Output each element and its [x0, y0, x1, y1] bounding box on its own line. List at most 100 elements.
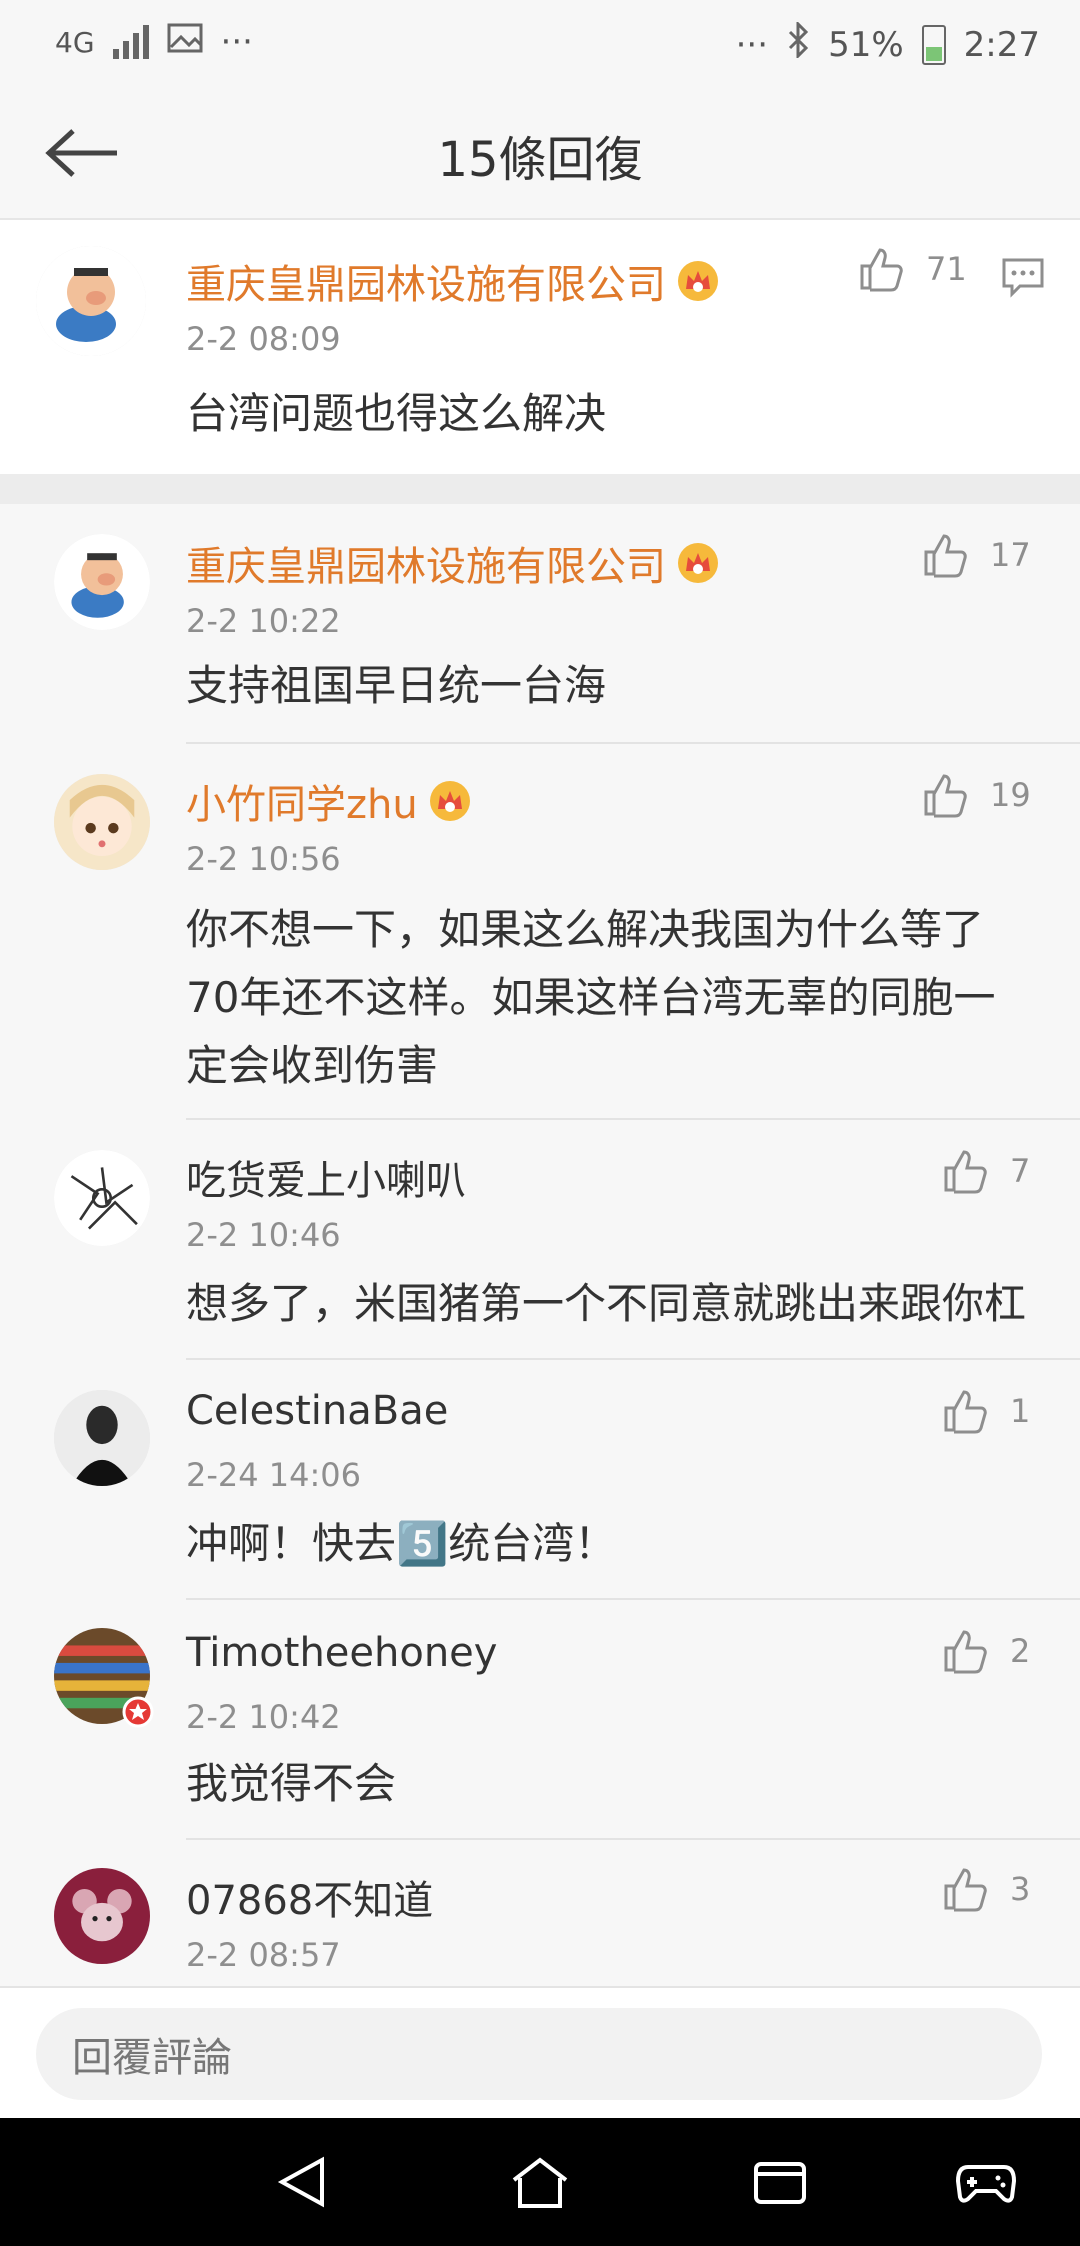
- nav-back-button[interactable]: [266, 2146, 338, 2218]
- like-button[interactable]: 3: [942, 1866, 1030, 1912]
- like-count: 7: [1010, 1152, 1031, 1190]
- reply-time: 2-2 08:57: [186, 1936, 341, 1974]
- reply-author[interactable]: Timotheehoney: [186, 1630, 497, 1676]
- pig-avatar-icon: [54, 534, 150, 630]
- nav-game-button[interactable]: [950, 2146, 1022, 2218]
- reply-item: Timotheehoney 2-2 10:42 我觉得不会 2: [0, 1600, 1080, 1840]
- reply-author[interactable]: 小竹同学zhu: [186, 772, 472, 830]
- network-label: 4G: [55, 25, 95, 59]
- reply-placeholder: 回覆評論: [72, 2035, 232, 2081]
- author-name: 吃货爱上小喇叭: [186, 1158, 466, 1204]
- thumbs-up-icon: [944, 1630, 987, 1674]
- author-name: 小竹同学zhu: [186, 782, 418, 828]
- bluetooth-icon: [786, 20, 810, 67]
- status-time: 2:27: [963, 24, 1040, 65]
- reply-time: 2-2 10:42: [186, 1698, 341, 1736]
- like-button[interactable]: 71: [858, 246, 967, 292]
- thumbs-up-icon: [944, 1390, 987, 1434]
- reply-text: 想多了，米国猪第一个不同意就跳出来跟你杠: [186, 1279, 1027, 1328]
- like-button[interactable]: 17: [922, 532, 1031, 578]
- like-button[interactable]: 19: [922, 772, 1031, 818]
- vip-crown-icon: [428, 779, 472, 823]
- main-comment-author[interactable]: 重庆皇鼎园林设施有限公司: [186, 252, 720, 310]
- avatar[interactable]: [54, 1390, 150, 1486]
- author-name: 重庆皇鼎园林设施有限公司: [186, 544, 666, 590]
- comment-bubble-icon[interactable]: [1000, 254, 1046, 300]
- anime-girl-avatar-icon: [54, 774, 150, 870]
- battery-icon: [921, 24, 946, 65]
- author-name: CelestinaBae: [186, 1388, 449, 1434]
- nav-home-button[interactable]: [504, 2146, 576, 2218]
- like-count: 3: [1010, 1870, 1031, 1908]
- gamepad-icon: [956, 2165, 1016, 2203]
- reply-item: CelestinaBae 2-24 14:06 冲啊！快去5️⃣统台湾！ 1: [0, 1360, 1080, 1600]
- author-name: 重庆皇鼎园林设施有限公司: [186, 262, 666, 308]
- reply-author[interactable]: 重庆皇鼎园林设施有限公司: [186, 534, 720, 592]
- reply-author[interactable]: 07868不知道: [186, 1868, 433, 1926]
- pig-avatar-icon: [36, 246, 146, 356]
- avatar[interactable]: [54, 1628, 154, 1728]
- avatar[interactable]: [36, 246, 146, 356]
- avatar[interactable]: [54, 534, 150, 630]
- like-button[interactable]: 7: [942, 1148, 1030, 1194]
- main-comment: 重庆皇鼎园林设施有限公司 2-2 08:09 台湾问题也得这么解决 71: [0, 220, 1080, 474]
- photo-avatar-icon: [54, 1390, 150, 1486]
- vip-crown-icon: [676, 541, 720, 585]
- like-count: 17: [990, 536, 1031, 574]
- reply-author[interactable]: CelestinaBae: [186, 1388, 448, 1434]
- like-count: 2: [1010, 1632, 1031, 1670]
- reply-time: 2-2 10:46: [186, 1216, 341, 1254]
- reply-time: 2-2 10:22: [186, 602, 341, 640]
- system-nav-bar: [0, 2118, 1080, 2246]
- reply-item: 小竹同学zhu 2-2 10:56 你不想一下，如果这么解决我国为什么等了70年…: [0, 744, 1080, 1120]
- reply-author[interactable]: 吃货爱上小喇叭: [186, 1148, 466, 1206]
- section-divider: [0, 474, 1080, 504]
- image-icon: [167, 22, 203, 62]
- like-button[interactable]: 1: [942, 1388, 1030, 1434]
- reply-text: 你不想一下，如果这么解决我国为什么等了70年还不这样。如果这样台湾无辜的同胞一定…: [186, 905, 996, 1090]
- reply-bar: 回覆評論: [0, 1986, 1080, 2118]
- reply-item: 重庆皇鼎园林设施有限公司 2-2 10:22 支持祖国早日统一台海 17: [0, 504, 1080, 744]
- thumbs-up-icon: [924, 774, 967, 818]
- header: 15條回復: [0, 90, 1080, 220]
- nav-recents-button[interactable]: [744, 2146, 816, 2218]
- thumbs-up-icon: [924, 534, 967, 578]
- thumbs-up-icon: [944, 1868, 987, 1912]
- battery-percent: 51%: [828, 24, 904, 65]
- reply-time: 2-24 14:06: [186, 1456, 362, 1494]
- status-bar: 4G ··· ··· 51% 2:27: [0, 0, 1080, 90]
- signal-icon: [112, 25, 149, 59]
- vip-crown-icon: [676, 259, 720, 303]
- main-comment-time: 2-2 08:09: [186, 320, 341, 358]
- like-count: 1: [1010, 1392, 1031, 1430]
- avatar[interactable]: [54, 1150, 150, 1246]
- reply-input[interactable]: 回覆評論: [36, 2008, 1042, 2100]
- status-left: 4G ···: [55, 22, 253, 62]
- author-name: 07868不知道: [186, 1878, 434, 1924]
- thumbs-up-icon: [944, 1150, 987, 1194]
- dots-right: ···: [735, 24, 769, 65]
- reply-time: 2-2 10:56: [186, 840, 341, 878]
- like-count: 71: [926, 250, 967, 288]
- thumbs-up-icon: [860, 248, 903, 292]
- reply-text: 我觉得不会: [186, 1759, 397, 1808]
- reply-text: 支持祖国早日统一台海: [186, 661, 607, 710]
- like-count: 19: [990, 776, 1031, 814]
- page-title: 15條回復: [437, 132, 643, 188]
- reply-item: 07868不知道 2-2 08:57 3: [0, 1840, 1080, 1986]
- main-comment-text: 台湾问题也得这么解决: [186, 389, 607, 438]
- home-icon: [512, 2157, 568, 2208]
- like-button[interactable]: 2: [942, 1628, 1030, 1674]
- reply-item: 吃货爱上小喇叭 2-2 10:46 想多了，米国猪第一个不同意就跳出来跟你杠 7: [0, 1120, 1080, 1360]
- sketch-avatar-icon: [54, 1150, 150, 1246]
- mouse-avatar-icon: [54, 1868, 150, 1964]
- avatar[interactable]: [54, 1868, 150, 1964]
- recents-icon: [754, 2162, 806, 2204]
- author-name: Timotheehoney: [186, 1630, 498, 1676]
- reply-text: 冲啊！快去5️⃣统台湾！: [186, 1519, 617, 1568]
- verified-badge-icon: [122, 1696, 154, 1728]
- status-right: ··· 51% 2:27: [735, 20, 1040, 67]
- triangle-back-icon: [277, 2156, 324, 2208]
- dots-left: ···: [220, 22, 253, 62]
- avatar[interactable]: [54, 774, 150, 870]
